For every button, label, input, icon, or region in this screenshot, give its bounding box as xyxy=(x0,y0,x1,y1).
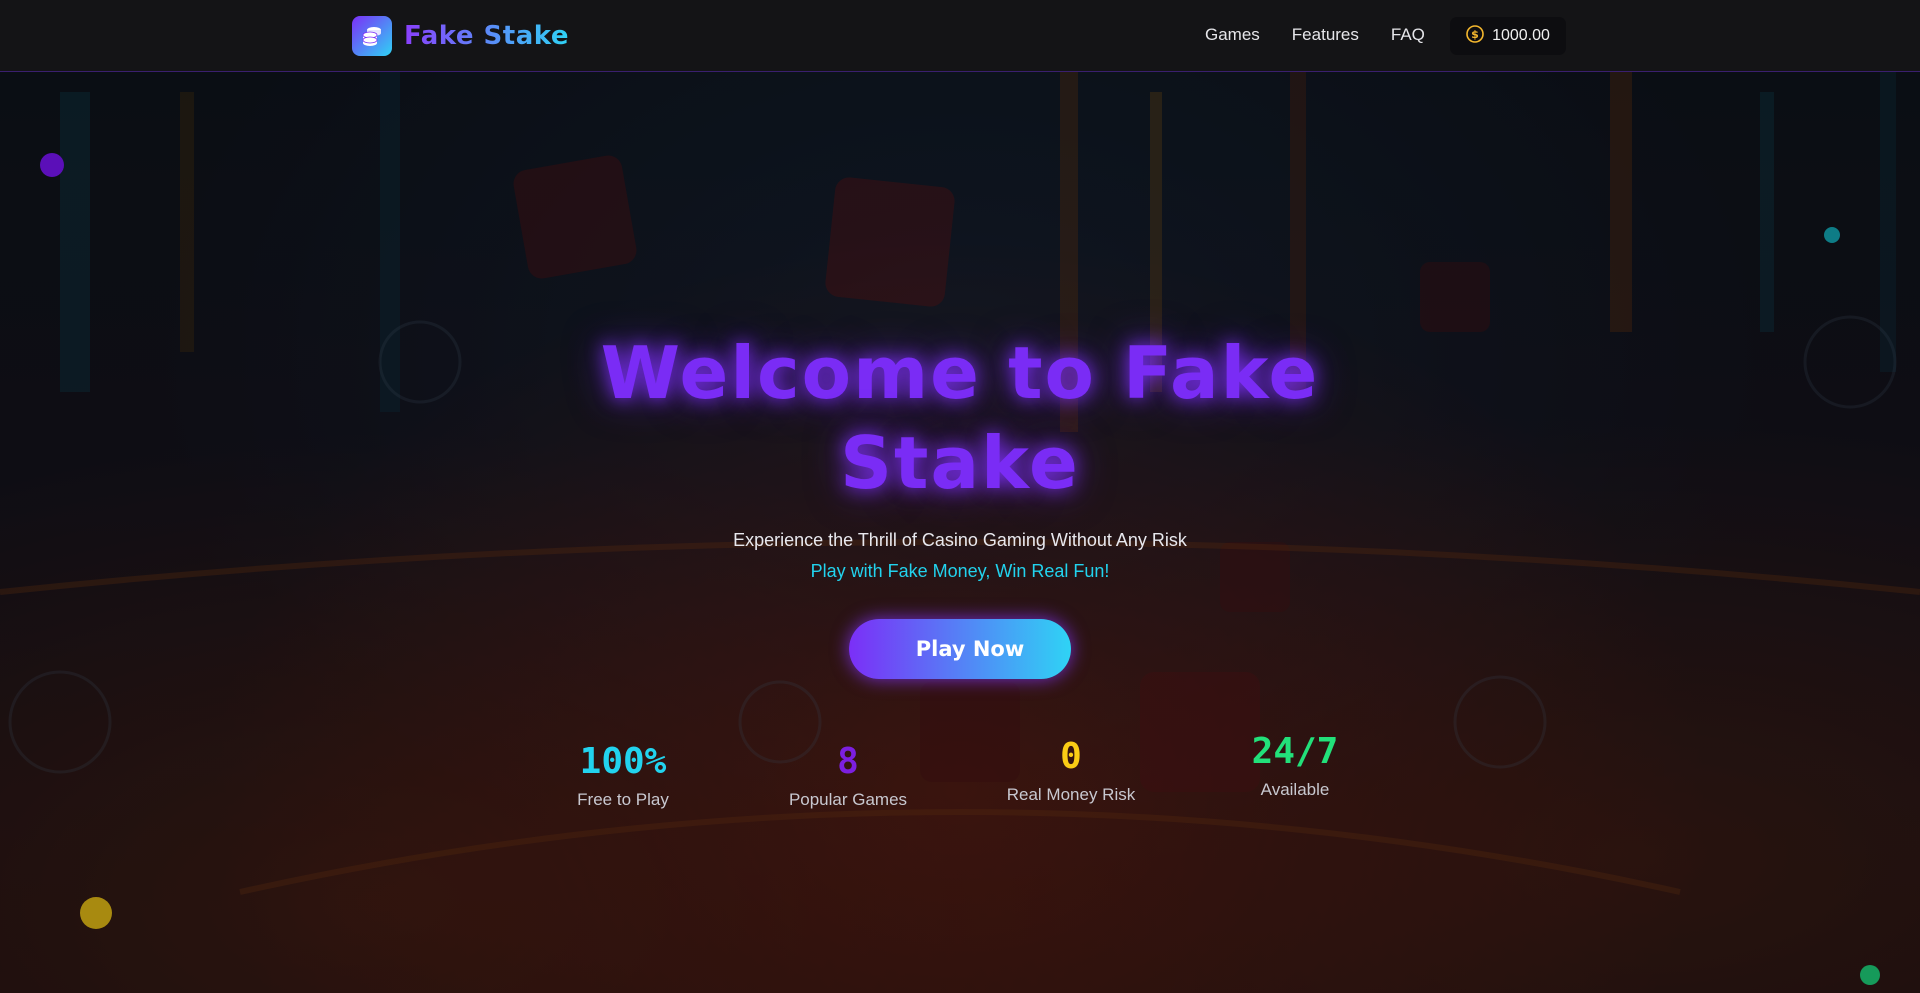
nav-link-features[interactable]: Features xyxy=(1292,25,1359,45)
stat-value: 8 xyxy=(837,741,859,782)
stat-availability: 24/7 Available xyxy=(1185,730,1405,800)
hero-title: Welcome to Fake Stake xyxy=(560,328,1360,508)
svg-text:$: $ xyxy=(1471,28,1479,41)
stat-label: Available xyxy=(1260,780,1330,799)
hero-subtitle: Experience the Thrill of Casino Gaming W… xyxy=(733,530,1187,550)
main-nav: Games Features FAQ xyxy=(1205,25,1457,45)
stat-label: Popular Games xyxy=(788,790,908,809)
landing-page: Fake Stake Games Features FAQ $ 1000.00 … xyxy=(0,0,1920,993)
stat-label: Real Money Risk xyxy=(1006,785,1136,804)
stacked-coins-icon xyxy=(352,16,392,56)
nav-link-games[interactable]: Games xyxy=(1205,25,1260,45)
stat-value: 0 xyxy=(1060,736,1082,777)
stat-real-money-risk: 0 Real Money Risk xyxy=(961,735,1181,805)
decorative-dot-green xyxy=(1860,965,1880,985)
hero-tagline: Play with Fake Money, Win Real Fun! xyxy=(810,561,1110,581)
hero-title-line1: Welcome to Fake xyxy=(600,331,1320,415)
coin-icon: $ xyxy=(1466,25,1484,47)
stat-value: 24/7 xyxy=(1251,731,1339,772)
stat-label: Free to Play xyxy=(577,790,669,809)
balance-display[interactable]: $ 1000.00 xyxy=(1450,17,1566,55)
brand-name: Fake Stake xyxy=(404,21,569,51)
decorative-dot-purple xyxy=(40,153,64,177)
decorative-dot-teal xyxy=(1824,227,1840,243)
balance-amount: 1000.00 xyxy=(1492,27,1550,44)
stat-value: 100% xyxy=(579,741,667,782)
decorative-dot-yellow xyxy=(80,897,112,929)
brand-logo[interactable]: Fake Stake xyxy=(352,16,569,56)
stat-popular-games: 8 Popular Games xyxy=(738,740,958,810)
stat-free-to-play: 100% Free to Play xyxy=(513,740,733,810)
top-navbar: Fake Stake Games Features FAQ $ 1000.00 xyxy=(0,0,1920,72)
play-now-button[interactable]: Play Now xyxy=(849,619,1071,679)
nav-link-faq[interactable]: FAQ xyxy=(1391,25,1425,45)
hero-title-line2: Stake xyxy=(840,421,1080,505)
